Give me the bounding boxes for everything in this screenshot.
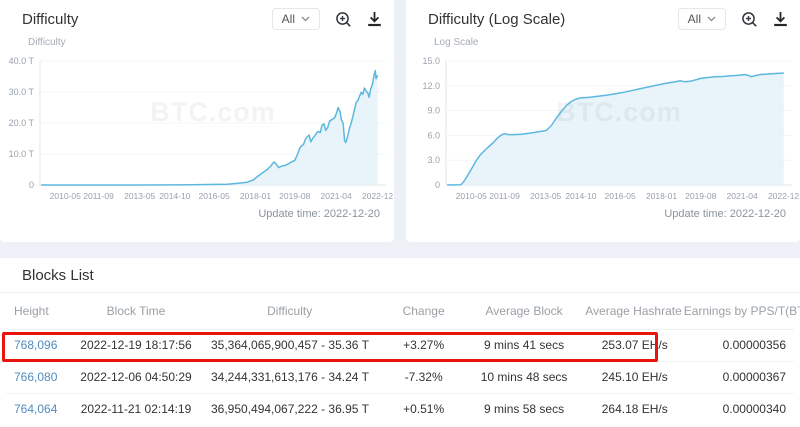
y-axis-label: Difficulty	[28, 37, 66, 48]
download-icon	[368, 12, 381, 27]
zoom-in-button[interactable]	[335, 11, 352, 28]
zoom-in-button[interactable]	[741, 11, 758, 28]
cell-difficulty: 34,244,331,613,176 - 34.24 T	[202, 360, 377, 393]
svg-text:2014-10: 2014-10	[159, 191, 190, 201]
blocks-list-title: Blocks List	[22, 267, 94, 284]
block-height-link[interactable]: 768,096	[14, 338, 57, 352]
svg-text:2018-01: 2018-01	[646, 191, 677, 201]
svg-text:2018-01: 2018-01	[240, 191, 271, 201]
column-header-height: Height	[6, 293, 70, 330]
update-time: Update time: 2022-12-20	[664, 208, 786, 220]
svg-text:2019-08: 2019-08	[279, 191, 310, 201]
cell-earnings: 0.00000356	[722, 338, 786, 352]
svg-text:2016-05: 2016-05	[199, 191, 230, 201]
cell-height: 766,080	[6, 360, 70, 393]
table-row: 764,064 2022-11-21 02:14:19 36,950,494,067…	[6, 392, 794, 425]
download-icon	[774, 12, 787, 27]
svg-text:6.0: 6.0	[427, 130, 440, 140]
difficulty-log-chart-card: Difficulty (Log Scale) All Log Scale 15.…	[406, 0, 800, 242]
difficulty-area-chart[interactable]: 40.0 T30.0 T20.0 T10.0 T0BTC.com2010-052…	[0, 49, 394, 207]
cell-block_time: 2022-12-19 18:17:56	[80, 338, 192, 352]
svg-text:2019-08: 2019-08	[685, 191, 716, 201]
cell-difficulty: 35,364,065,900,457 - 35.36 T	[210, 338, 369, 352]
zoom-in-icon	[742, 11, 757, 27]
chart-header: Difficulty (Log Scale) All	[406, 0, 800, 30]
svg-text:40.0 T: 40.0 T	[9, 56, 35, 66]
range-selector-value: All	[687, 12, 701, 26]
column-header-block_time: Block Time	[69, 293, 203, 330]
svg-text:9.0: 9.0	[427, 106, 440, 116]
cell-change: +3.27%	[403, 338, 445, 352]
column-header-earnings: Earnings by PPS/T(BTC)	[675, 293, 800, 330]
table-row: 766,080 2022-12-06 04:50:29 34,244,331,613…	[6, 360, 794, 393]
svg-text:30.0 T: 30.0 T	[9, 87, 35, 97]
cell-height: 768,096	[6, 329, 69, 361]
svg-text:2016-05: 2016-05	[605, 191, 636, 201]
cell-change: +0.51%	[376, 392, 471, 425]
zoom-in-icon	[336, 11, 351, 27]
chevron-down-icon	[301, 16, 310, 22]
charts-row: Difficulty All Difficulty 40.0 T 30.0 T 20…	[0, 0, 800, 242]
cell-average_block: 10 mins 48 secs	[470, 360, 578, 393]
svg-text:20.0 T: 20.0 T	[9, 118, 35, 128]
chart-controls: All	[677, 8, 788, 30]
cell-height: 764,064	[6, 392, 70, 425]
chevron-down-icon	[707, 16, 716, 22]
download-button[interactable]	[367, 11, 382, 27]
cell-average_block: 9 mins 41 secs	[484, 338, 565, 352]
svg-text:2010-05: 2010-05	[456, 191, 487, 201]
cell-average_block: 9 mins 58 secs	[470, 392, 578, 425]
cell-average_hashrate: 253.07 EH/s	[601, 338, 668, 352]
svg-text:2011-09: 2011-09	[83, 191, 114, 201]
svg-text:2021-04: 2021-04	[727, 191, 758, 201]
cell-earnings: 0.00000367	[675, 360, 794, 393]
difficulty-log-area-chart[interactable]: 15.0 12.0 9.0 6.0 3.0 0 BTC.com 2010-052011-09 2…	[406, 49, 800, 207]
svg-text:0: 0	[29, 180, 34, 190]
svg-text:2014-10: 2014-10	[565, 191, 596, 201]
download-button[interactable]	[773, 11, 788, 27]
svg-text:2011-09: 2011-09	[489, 191, 520, 201]
blocks-list-header: Blocks List	[0, 258, 800, 293]
range-selector[interactable]: All	[271, 8, 320, 30]
svg-text:2010-05: 2010-05	[50, 191, 81, 201]
svg-text:12.0: 12.0	[422, 81, 440, 91]
chart-title: Difficulty	[22, 10, 79, 28]
cell-difficulty: 36,950,494,067,222 - 36.95 T	[202, 392, 377, 425]
svg-text:2022-12: 2022-12	[362, 191, 393, 201]
range-selector[interactable]: All	[677, 8, 726, 30]
svg-text:10.0 T: 10.0 T	[9, 149, 35, 159]
cell-change: -7.32%	[376, 360, 471, 393]
svg-text:BTC.com: BTC.com	[556, 97, 682, 127]
svg-text:15.0: 15.0	[422, 56, 440, 66]
chart-header: Difficulty All	[0, 0, 394, 30]
column-header-change: Change	[376, 293, 471, 330]
column-header-average_hashrate: Average Hashrate	[577, 293, 682, 330]
svg-text:2013-05: 2013-05	[530, 191, 561, 201]
chart-title: Difficulty (Log Scale)	[428, 10, 566, 28]
table-header-row: Height Block Time Difficulty Change Average …	[6, 293, 800, 330]
column-header-average_block: Average Block	[470, 293, 578, 330]
cell-average_hashrate: 264.18 EH/s	[577, 392, 676, 425]
difficulty-chart-card: Difficulty All Difficulty 40.0 T 30.0 T 20…	[0, 0, 394, 242]
column-header-difficulty: Difficulty	[202, 293, 377, 330]
block-height-link[interactable]: 764,064	[14, 402, 57, 416]
blocks-table: Height Block Time Difficulty Change Average …	[6, 293, 800, 425]
blocks-list-section: Blocks List Height Block Time Difficulty Ch…	[0, 258, 800, 427]
svg-text:2022-12: 2022-12	[768, 191, 799, 201]
cell-block_time: 2022-12-06 04:50:29	[69, 360, 203, 393]
y-axis-label: Log Scale	[434, 37, 479, 48]
cell-earnings: 0.00000340	[675, 392, 794, 425]
svg-text:BTC.com: BTC.com	[150, 97, 276, 127]
svg-text:3.0: 3.0	[427, 155, 440, 165]
cell-average_hashrate: 245.10 EH/s	[577, 360, 676, 393]
svg-text:2013-05: 2013-05	[124, 191, 155, 201]
block-height-link[interactable]: 766,080	[14, 370, 57, 384]
cell-block_time: 2022-11-21 02:14:19	[69, 392, 203, 425]
svg-text:2021-04: 2021-04	[321, 191, 352, 201]
table-row: 768,096 2022-12-19 18:17:56 35,364,065,900…	[6, 329, 794, 361]
svg-text:0: 0	[435, 180, 440, 190]
update-time: Update time: 2022-12-20	[258, 208, 380, 220]
range-selector-value: All	[281, 12, 295, 26]
chart-controls: All	[271, 8, 382, 30]
